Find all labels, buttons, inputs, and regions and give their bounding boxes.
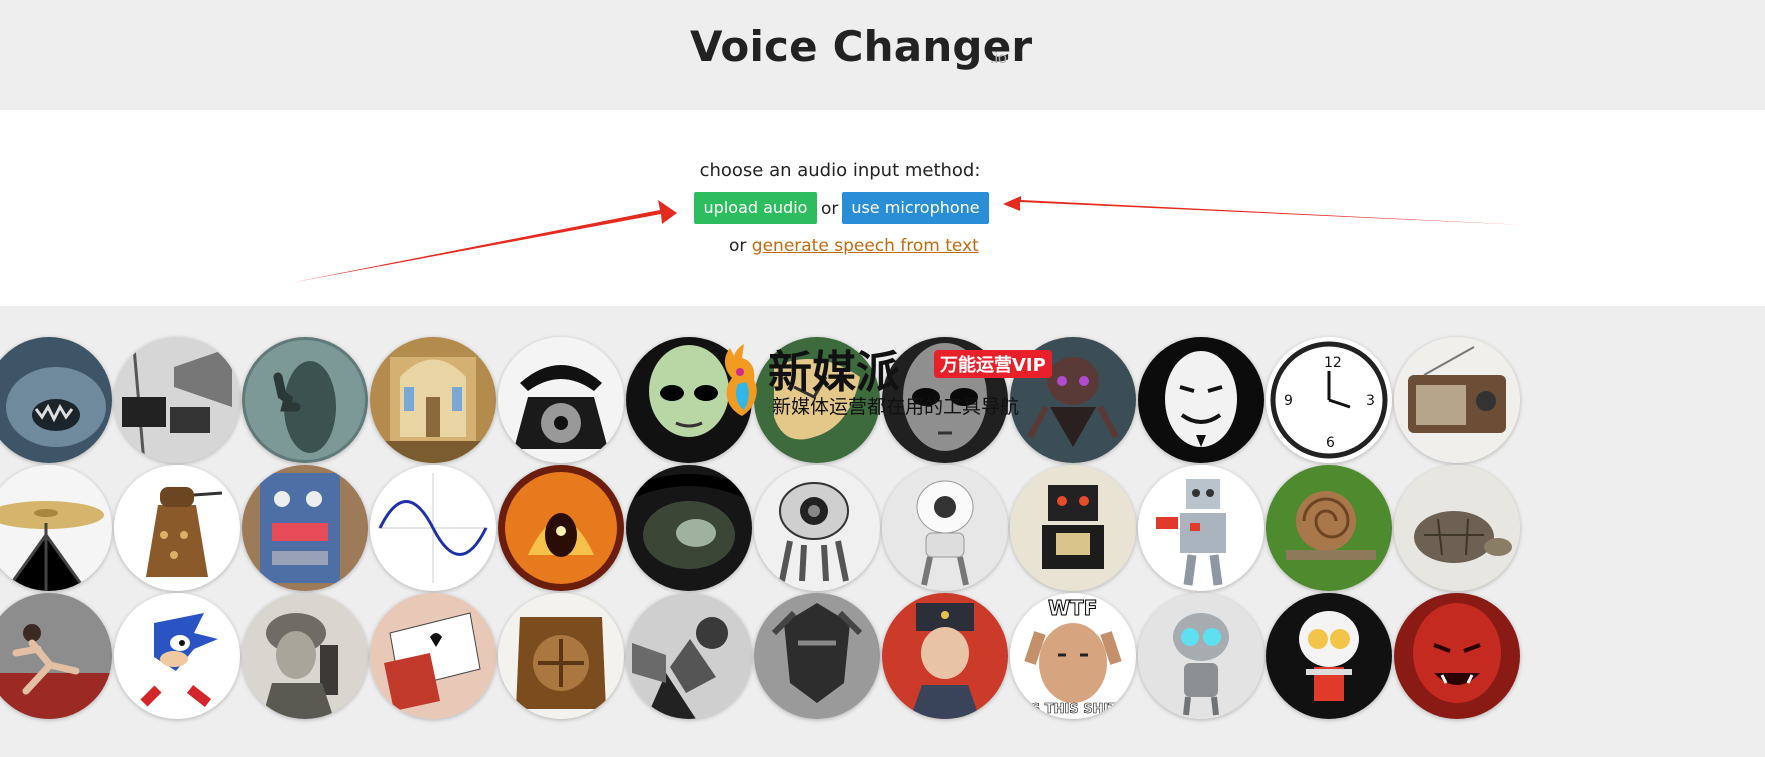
radio-thumbnail [1394,337,1520,463]
voice-grid: 12 3 6 9 WTF IS THIS SHIT [0,306,1765,757]
voice-option-wtf-meme[interactable]: WTF IS THIS SHIT [1010,593,1136,719]
voice-option-toy-robot[interactable] [1010,465,1136,591]
voice-option-snail[interactable] [1266,465,1392,591]
vintage-speaker-thumbnail [498,593,624,719]
telephone-thumbnail [498,337,624,463]
voice-option-russian-officer[interactable] [882,593,1008,719]
voice-option-wall-clock[interactable]: 12 3 6 9 [1266,337,1392,463]
voice-option-tortoise[interactable] [1394,465,1520,591]
site-title-suffix: .io [990,50,1007,67]
anonymous-mask-thumbnail [1138,337,1264,463]
voice-option-church[interactable] [370,337,496,463]
melting-clock-thumbnail [754,337,880,463]
input-method-prompt: choose an audio input method: [699,160,981,181]
voice-option-soldier-radio[interactable] [242,593,368,719]
upload-audio-button[interactable]: upload audio [694,192,817,224]
voice-option-sprinter[interactable] [0,593,112,719]
cave-monster-thumbnail [0,337,112,463]
voice-option-dark-knight[interactable] [754,593,880,719]
toy-robot-thumbnail [1010,465,1136,591]
white-robot-thumbnail [882,465,1008,591]
voice-option-sine-wave[interactable] [370,465,496,591]
wall-clock-thumbnail: 12 3 6 9 [1266,337,1392,463]
voice-option-phonograph[interactable] [626,593,752,719]
voice-option-ghost[interactable] [242,337,368,463]
fire-demon-thumbnail [498,465,624,591]
wtf-meme-thumbnail: WTF IS THIS SHIT [1010,593,1136,719]
voice-option-white-robot[interactable] [882,465,1008,591]
voice-option-kirobo-robot[interactable] [1266,593,1392,719]
synth-pedal-thumbnail [242,465,368,591]
red-devil-thumbnail [1394,593,1520,719]
site-title: Voice Changer [690,22,1033,71]
voice-option-synth-pedal[interactable] [242,465,368,591]
voice-option-fire-demon[interactable] [498,465,624,591]
voice-option-gir-robot[interactable] [1138,593,1264,719]
lego-robot-thumbnail [1138,465,1264,591]
cave-thumbnail [626,465,752,591]
voice-option-grey-alien[interactable] [882,337,1008,463]
snail-thumbnail [1266,465,1392,591]
voice-option-robot-eye[interactable] [754,465,880,591]
voice-option-vintage-speaker[interactable] [498,593,624,719]
generate-speech-link[interactable]: generate speech from text [752,236,979,256]
or-prefix: or [729,236,747,256]
soldier-radio-thumbnail [242,593,368,719]
voice-option-radio[interactable] [1394,337,1520,463]
voice-option-cave[interactable] [626,465,752,591]
alien-thumbnail [626,337,752,463]
voice-option-cymbal[interactable] [0,465,112,591]
ghost-thumbnail [242,337,368,463]
svg-text:6: 6 [1326,435,1335,451]
sine-wave-thumbnail [370,465,496,591]
sprinter-thumbnail [0,593,112,719]
or-separator: or [821,199,839,219]
dark-knight-thumbnail [754,593,880,719]
church-thumbnail [370,337,496,463]
robot-insect-thumbnail [1010,337,1136,463]
cymbal-thumbnail [0,465,112,591]
voice-option-alien[interactable] [626,337,752,463]
voice-option-telephone[interactable] [498,337,624,463]
header: Voice Changer .io [0,0,1765,110]
grey-alien-thumbnail [882,337,1008,463]
gir-robot-thumbnail [1138,593,1264,719]
svg-text:9: 9 [1284,393,1293,409]
megaphone-thumbnail [114,337,240,463]
robot-eye-thumbnail [754,465,880,591]
russian-officer-thumbnail [882,593,1008,719]
voice-option-lego-robot[interactable] [1138,465,1264,591]
svg-text:WTF: WTF [1048,596,1097,620]
tortoise-thumbnail [1394,465,1520,591]
voice-option-megaphone[interactable] [114,337,240,463]
playing-cards-thumbnail [370,593,496,719]
svg-text:IS THIS SHIT: IS THIS SHIT [1026,702,1117,717]
voice-option-robot-insect[interactable] [1010,337,1136,463]
kirobo-robot-thumbnail [1266,593,1392,719]
dalek-thumbnail [114,465,240,591]
input-method-panel: choose an audio input method: upload aud… [0,110,1765,306]
voice-option-dalek[interactable] [114,465,240,591]
voice-option-red-devil[interactable] [1394,593,1520,719]
phonograph-thumbnail [626,593,752,719]
voice-option-sonic[interactable] [114,593,240,719]
use-microphone-button[interactable]: use microphone [842,192,989,224]
voice-option-playing-cards[interactable] [370,593,496,719]
tts-line: or generate speech from text [729,236,979,256]
sonic-thumbnail [114,593,240,719]
voice-option-melting-clock[interactable] [754,337,880,463]
svg-text:3: 3 [1366,393,1375,409]
voice-option-cave-monster[interactable] [0,337,112,463]
voice-option-anonymous-mask[interactable] [1138,337,1264,463]
svg-text:12: 12 [1324,355,1342,371]
